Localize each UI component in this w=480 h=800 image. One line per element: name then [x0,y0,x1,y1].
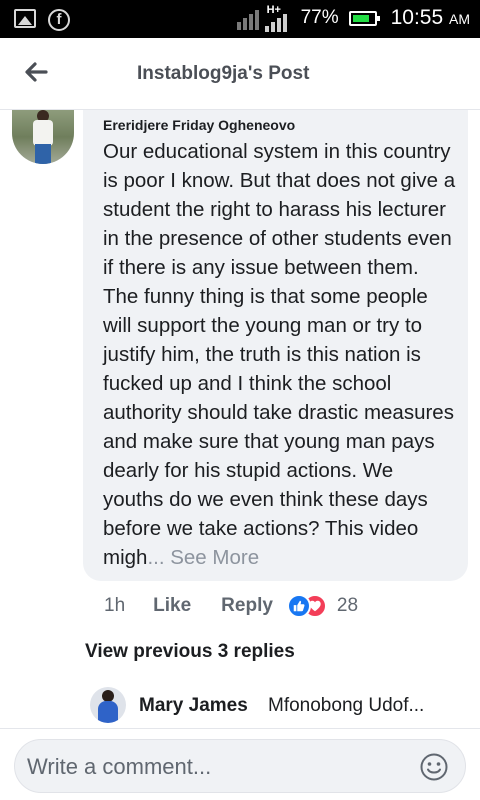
see-more-link[interactable]: See More [170,546,259,569]
comment-text: Our educational system in this country i… [103,137,459,572]
reply-author[interactable]: Mary James [139,695,248,717]
clock: 10:55 AM [391,6,470,30]
clock-time: 10:55 [390,6,444,29]
notification-icons: f [14,9,70,31]
app-header: Instablog9ja's Post [0,38,480,110]
page-title: Instablog9ja's Post [137,63,310,84]
comment-author[interactable]: Ereridjere Friday Ogheneovo [103,117,295,133]
avatar[interactable] [90,687,126,723]
like-button[interactable]: Like [153,595,191,617]
reply-button[interactable]: Reply [221,595,273,617]
gallery-icon [14,9,36,28]
comment-actions: 1h Like Reply 28 [104,592,358,620]
comment-composer[interactable] [14,739,466,793]
view-previous-replies-link[interactable]: View previous 3 replies [85,641,295,663]
battery-icon [348,10,380,26]
ellipsis: ... [147,546,165,569]
reaction-count: 28 [336,595,359,616]
comment-input[interactable] [27,752,407,782]
reply-text: Mfonobong Udof... [268,695,425,716]
comment-composer-bar [0,728,480,800]
comment-timestamp[interactable]: 1h [104,595,125,617]
hplus-signal-icon: H+ [264,4,291,32]
back-arrow-icon[interactable] [20,56,52,88]
like-reaction-icon [286,594,311,618]
reply-preview[interactable]: Mary James Mfonobong Udof... [90,687,480,723]
clock-ampm: AM [449,11,470,27]
comment-body: Our educational system in this country i… [103,140,456,569]
comment-bubble: Ereridjere Friday Ogheneovo Our educatio… [83,110,468,581]
avatar[interactable] [12,110,74,164]
facebook-icon: f [48,9,70,31]
battery-percent: 77% [300,7,339,28]
signal-icon [236,6,259,30]
emoji-icon[interactable] [419,752,449,782]
system-indicators: H+ 77% 10:55 AM [236,4,470,32]
reactions-summary[interactable]: 28 [286,594,359,618]
status-bar: f H+ 77% 10:55 AM [0,0,480,38]
